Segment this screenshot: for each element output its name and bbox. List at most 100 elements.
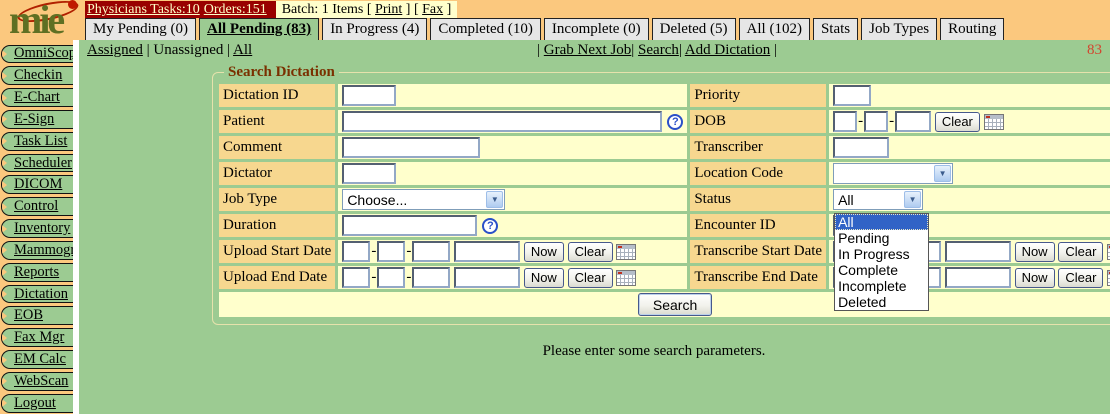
batch-chip: Batch: 1 Items [ Print ] [ Fax ]: [276, 1, 458, 18]
print-link[interactable]: [ Print ]: [367, 2, 411, 17]
action-link[interactable]: Add Dictation: [679, 42, 770, 58]
sidebar-item[interactable]: Checkin: [1, 66, 73, 85]
sidebar-item[interactable]: Logout: [1, 394, 73, 413]
tab[interactable]: Stats: [813, 18, 858, 40]
clear-button[interactable]: Clear: [1058, 268, 1103, 288]
tab[interactable]: My Pending (0): [85, 18, 196, 40]
table-row: Job Type Choose...▼ Status All▼ AllPendi…: [219, 188, 1110, 211]
chevron-down-icon: ▼: [486, 191, 503, 208]
search-dictation-form: Search Dictation Dictation ID Priority P…: [212, 64, 1110, 325]
dictation-id-input[interactable]: [342, 85, 396, 106]
calendar-icon[interactable]: [984, 114, 1004, 130]
orders-link[interactable]: Orders:151: [204, 2, 267, 17]
status-select[interactable]: All▼: [833, 189, 923, 210]
search-button[interactable]: Search: [638, 293, 712, 316]
dob-clear-button[interactable]: Clear: [935, 112, 980, 132]
mie-logo[interactable]: mie: [5, 0, 85, 40]
table-row: Patient ? DOB -- Clear: [219, 110, 1110, 133]
table-row: Upload Start Date -- Now Clear Transcrib…: [219, 240, 1110, 263]
sidebar-item[interactable]: OmniScope: [1, 45, 73, 64]
dob-year-input[interactable]: [895, 111, 931, 132]
table-row: Duration ? Encounter ID: [219, 214, 1110, 237]
status-option[interactable]: All: [835, 214, 928, 230]
status-option[interactable]: Pending: [835, 230, 928, 246]
help-icon[interactable]: ?: [667, 114, 683, 130]
logo-text: mie: [9, 0, 62, 43]
status-dropdown-list: AllPendingIn ProgressCompleteIncompleteD…: [834, 213, 929, 311]
status-option[interactable]: In Progress: [835, 246, 928, 262]
sidebar-item[interactable]: Control: [1, 197, 73, 216]
calendar-icon[interactable]: [616, 244, 636, 260]
now-button[interactable]: Now: [1015, 242, 1055, 262]
action-link[interactable]: Search: [631, 42, 679, 58]
table-row: Search: [219, 292, 1110, 317]
duration-input[interactable]: [342, 215, 477, 236]
dob-day-input[interactable]: [864, 111, 888, 132]
chevron-down-icon: ▼: [904, 191, 921, 208]
dictator-input[interactable]: [342, 163, 396, 184]
status-option[interactable]: Complete: [835, 262, 928, 278]
location-code-select[interactable]: ▼: [833, 163, 953, 184]
now-button[interactable]: Now: [524, 268, 564, 288]
sidebar-item[interactable]: Scheduler: [1, 154, 73, 173]
now-button[interactable]: Now: [524, 242, 564, 262]
upload-start-year-input[interactable]: [412, 241, 450, 262]
upload-end-time-input[interactable]: [454, 267, 520, 288]
sidebar-item[interactable]: EM Calc: [1, 350, 73, 369]
clear-button[interactable]: Clear: [1058, 242, 1103, 262]
upload-start-month-input[interactable]: [342, 241, 370, 262]
action-links: Grab Next JobSearchAdd Dictation: [79, 42, 1110, 59]
clear-button[interactable]: Clear: [568, 242, 613, 262]
tab[interactable]: Job Types: [861, 18, 937, 40]
table-row: Dictation ID Priority: [219, 84, 1110, 107]
form-title: Search Dictation: [224, 64, 339, 81]
transcribe-start-time-input[interactable]: [945, 241, 1011, 262]
sidebar-item[interactable]: WebScan: [1, 372, 73, 391]
transcribe-end-time-input[interactable]: [945, 267, 1011, 288]
calendar-icon[interactable]: [616, 270, 636, 286]
field-label-status: Status: [690, 188, 826, 211]
sidebar-item[interactable]: E-Sign: [1, 110, 73, 129]
action-link[interactable]: Grab Next Job: [537, 42, 631, 58]
physicians-tasks-link[interactable]: Physicians Tasks:10: [87, 2, 200, 17]
now-button[interactable]: Now: [1015, 268, 1055, 288]
sidebar-item[interactable]: Mammogra: [1, 241, 73, 260]
fax-link[interactable]: [ Fax ]: [414, 2, 451, 17]
sidebar-item[interactable]: Task List: [1, 132, 73, 151]
tab[interactable]: Completed (10): [430, 18, 541, 40]
dob-month-input[interactable]: [833, 111, 857, 132]
upload-start-day-input[interactable]: [377, 241, 405, 262]
field-label-comment: Comment: [219, 136, 335, 159]
patient-input[interactable]: [342, 111, 662, 132]
tab[interactable]: Deleted (5): [652, 18, 736, 40]
upload-end-year-input[interactable]: [412, 267, 450, 288]
status-option[interactable]: Deleted: [835, 294, 928, 310]
job-type-select[interactable]: Choose...▼: [342, 189, 505, 210]
upload-end-day-input[interactable]: [377, 267, 405, 288]
field-label-priority: Priority: [690, 84, 826, 107]
comment-input[interactable]: [342, 137, 480, 158]
tab[interactable]: Incomplete (0): [544, 18, 649, 40]
upload-start-time-input[interactable]: [454, 241, 520, 262]
priority-input[interactable]: [833, 85, 871, 106]
tab[interactable]: All Pending (83): [199, 18, 319, 40]
sidebar-item[interactable]: E-Chart: [1, 88, 73, 107]
tab[interactable]: In Progress (4): [322, 18, 427, 40]
transcriber-input[interactable]: [833, 137, 889, 158]
sidebar-item[interactable]: Inventory: [1, 219, 73, 238]
sidebar-item[interactable]: DICOM: [1, 175, 73, 194]
tab[interactable]: All (102): [739, 18, 810, 40]
sidebar-item[interactable]: Dictation: [1, 285, 73, 304]
tab[interactable]: Routing: [940, 18, 1004, 40]
help-icon[interactable]: ?: [482, 218, 498, 234]
upload-end-month-input[interactable]: [342, 267, 370, 288]
field-label-upload-end-date: Upload End Date: [219, 266, 335, 289]
sidebar-item[interactable]: EOB: [1, 306, 73, 325]
field-label-encounter-id: Encounter ID: [690, 214, 826, 237]
sidebar-item[interactable]: Reports: [1, 263, 73, 282]
status-option[interactable]: Incomplete: [835, 278, 928, 294]
field-label-upload-start-date: Upload Start Date: [219, 240, 335, 263]
table-row: Upload End Date -- Now Clear Transcribe …: [219, 266, 1110, 289]
clear-button[interactable]: Clear: [568, 268, 613, 288]
sidebar-item[interactable]: Fax Mgr: [1, 328, 73, 347]
